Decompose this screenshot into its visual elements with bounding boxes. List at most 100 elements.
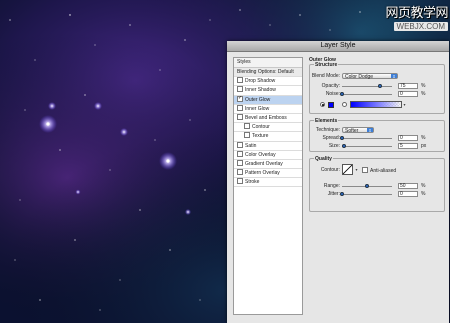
contour-dropdown-icon[interactable]: ▾ bbox=[354, 167, 359, 172]
range-slider-thumb[interactable] bbox=[365, 184, 369, 188]
structure-title: Structure bbox=[314, 62, 339, 68]
style-item-checkbox[interactable] bbox=[237, 159, 243, 166]
spread-input[interactable]: 0 bbox=[398, 135, 418, 141]
jitter-slider[interactable] bbox=[340, 192, 392, 196]
style-item-checkbox[interactable] bbox=[237, 86, 243, 93]
style-item-label: Gradient Overlay bbox=[245, 160, 283, 167]
style-item-checkbox[interactable] bbox=[237, 178, 243, 185]
jitter-label: Jitter: bbox=[327, 191, 340, 197]
size-input[interactable]: 5 bbox=[398, 143, 418, 149]
noise-slider[interactable] bbox=[340, 92, 392, 96]
style-item-label: Outer Glow bbox=[245, 96, 271, 103]
style-item-label: Texture bbox=[252, 133, 269, 140]
style-item-checkbox[interactable] bbox=[237, 113, 243, 120]
style-item-checkbox[interactable] bbox=[244, 123, 250, 130]
styles-list: Styles Blending Options: Default Drop Sh… bbox=[233, 57, 303, 315]
glow-color-swatch[interactable] bbox=[328, 101, 334, 108]
size-label: Size: bbox=[328, 143, 340, 149]
style-item-gradient-overlay[interactable]: Gradient Overlay bbox=[234, 159, 302, 170]
blend-mode-select[interactable]: Color Dodge ⇕ bbox=[342, 73, 398, 80]
contour-label: Contour: bbox=[320, 167, 340, 173]
style-item-checkbox[interactable] bbox=[237, 104, 243, 111]
noise-label: Noise: bbox=[325, 91, 340, 97]
watermark-chinese-text: 网页教学网 bbox=[385, 6, 448, 21]
style-item-drop-shadow[interactable]: Drop Shadow bbox=[234, 77, 302, 87]
style-item-checkbox[interactable] bbox=[237, 150, 243, 157]
opacity-slider-thumb[interactable] bbox=[378, 84, 382, 88]
blending-options-item[interactable]: Blending Options: Default bbox=[234, 68, 302, 78]
noise-slider-thumb[interactable] bbox=[340, 92, 344, 96]
technique-value: Softer bbox=[345, 128, 359, 134]
opacity-slider[interactable] bbox=[342, 84, 392, 88]
style-item-label: Inner Shadow bbox=[245, 87, 276, 94]
style-item-label: Color Overlay bbox=[245, 151, 276, 158]
style-item-checkbox[interactable] bbox=[237, 169, 243, 176]
jitter-slider-thumb[interactable] bbox=[340, 192, 344, 196]
layer-style-dialog: Layer Style Styles Blending Options: Def… bbox=[227, 41, 449, 323]
style-item-texture[interactable]: Texture bbox=[234, 132, 302, 142]
style-item-color-overlay[interactable]: Color Overlay bbox=[234, 150, 302, 160]
elements-group: Elements Technique: Softer ⇕ Spread: 0 %… bbox=[309, 118, 445, 152]
styles-header[interactable]: Styles bbox=[234, 58, 302, 68]
style-item-checkbox[interactable] bbox=[237, 95, 243, 102]
style-item-inner-glow[interactable]: Inner Glow bbox=[234, 104, 302, 114]
technique-select[interactable]: Softer ⇕ bbox=[342, 127, 374, 134]
style-item-label: Inner Glow bbox=[245, 105, 270, 112]
gradient-radio[interactable] bbox=[342, 102, 347, 107]
linear-contour-icon bbox=[342, 164, 353, 175]
technique-label: Technique: bbox=[315, 127, 340, 133]
style-item-label: Stroke bbox=[245, 179, 260, 186]
style-item-contour[interactable]: Contour bbox=[234, 123, 302, 133]
style-item-label: Pattern Overlay bbox=[245, 170, 280, 177]
anti-aliased-label: Anti-aliased bbox=[370, 168, 397, 174]
range-label: Range: bbox=[323, 183, 340, 189]
spread-label: Spread: bbox=[322, 135, 340, 141]
style-item-bevel-and-emboss[interactable]: Bevel and Emboss bbox=[234, 113, 302, 124]
opacity-unit: % bbox=[421, 83, 426, 89]
style-item-satin[interactable]: Satin bbox=[234, 141, 302, 151]
size-slider[interactable] bbox=[342, 144, 392, 148]
range-input[interactable]: 50 bbox=[398, 183, 418, 189]
glow-gradient-picker[interactable] bbox=[350, 101, 402, 108]
dialog-title: Layer Style bbox=[320, 42, 356, 49]
gradient-dropdown-icon[interactable]: ▾ bbox=[402, 102, 407, 107]
opacity-input[interactable]: 75 bbox=[398, 83, 418, 89]
spread-unit: % bbox=[421, 135, 426, 141]
elements-title: Elements bbox=[314, 118, 339, 124]
style-item-outer-glow[interactable]: Outer Glow bbox=[234, 95, 302, 105]
watermark: 网页教学网 WEBJX.COM bbox=[370, 6, 449, 34]
style-item-label: Contour bbox=[252, 124, 270, 131]
outer-glow-panel: Outer Glow Structure Blend Mode: Color D… bbox=[303, 52, 446, 314]
quality-group: Quality Contour: ▾ Anti-aliased Range: 5… bbox=[309, 156, 445, 212]
solid-color-radio[interactable] bbox=[320, 102, 325, 107]
chevron-updown-icon: ⇕ bbox=[367, 128, 373, 133]
style-item-label: Bevel and Emboss bbox=[245, 114, 287, 121]
anti-aliased-checkbox[interactable]: Anti-aliased bbox=[362, 167, 396, 174]
structure-group: Structure Blend Mode: Color Dodge ⇕ Opac… bbox=[309, 62, 445, 114]
style-item-pattern-overlay[interactable]: Pattern Overlay bbox=[234, 169, 302, 179]
range-slider[interactable] bbox=[342, 184, 392, 188]
chevron-updown-icon: ⇕ bbox=[391, 74, 397, 79]
blend-mode-label: Blend Mode: bbox=[311, 73, 340, 79]
spread-slider-thumb[interactable] bbox=[340, 136, 344, 140]
style-item-inner-shadow[interactable]: Inner Shadow bbox=[234, 86, 302, 96]
spread-slider[interactable] bbox=[340, 136, 392, 140]
style-item-stroke[interactable]: Stroke bbox=[234, 178, 302, 188]
style-item-checkbox[interactable] bbox=[244, 132, 250, 139]
style-item-checkbox[interactable] bbox=[237, 141, 243, 148]
noise-unit: % bbox=[421, 91, 426, 97]
opacity-label: Opacity: bbox=[321, 83, 340, 89]
anti-aliased-checkbox-box[interactable] bbox=[362, 167, 368, 173]
jitter-unit: % bbox=[421, 191, 426, 197]
size-unit: px bbox=[421, 143, 427, 149]
quality-title: Quality bbox=[314, 156, 333, 162]
watermark-url: WEBJX.COM bbox=[393, 22, 448, 31]
jitter-input[interactable]: 0 bbox=[398, 191, 418, 197]
range-unit: % bbox=[421, 183, 426, 189]
size-slider-thumb[interactable] bbox=[342, 144, 346, 148]
noise-input[interactable]: 0 bbox=[398, 91, 418, 97]
contour-picker[interactable] bbox=[342, 164, 353, 175]
style-item-checkbox[interactable] bbox=[237, 77, 243, 84]
dialog-titlebar[interactable]: Layer Style bbox=[227, 41, 449, 52]
style-item-label: Drop Shadow bbox=[245, 78, 276, 85]
